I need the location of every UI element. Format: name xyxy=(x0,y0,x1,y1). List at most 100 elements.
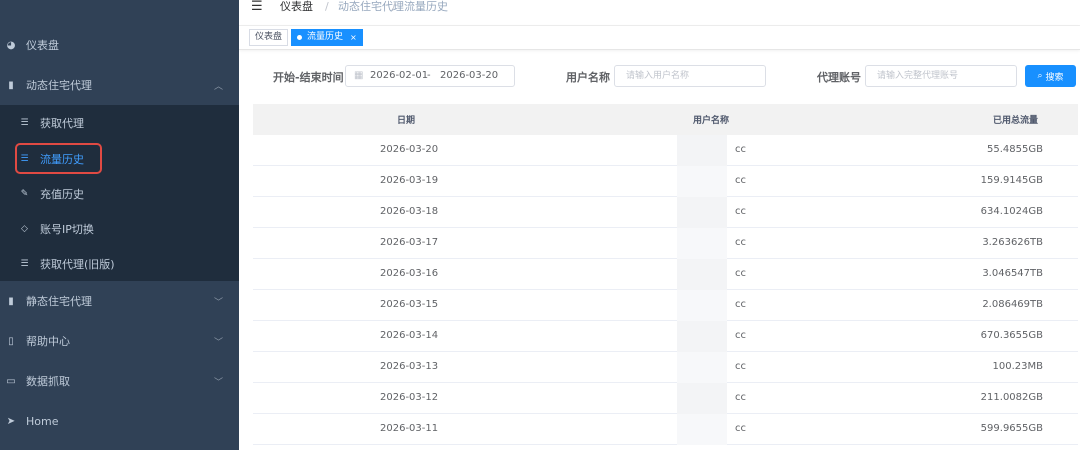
edit-icon: ✎ xyxy=(20,188,29,199)
redacted-username-block xyxy=(677,414,727,445)
date-range-label: 开始-结束时间 xyxy=(273,71,344,84)
bar-chart-icon: ▮ xyxy=(8,79,14,91)
redacted-username-block xyxy=(677,352,727,383)
monitor-icon: ▭ xyxy=(6,375,16,387)
tag-traffic-history[interactable]: 流量历史 × xyxy=(291,29,363,46)
breadcrumb-separator: / xyxy=(392,0,396,13)
chevron-down-icon: ﹀ xyxy=(214,377,224,388)
sidebar-item-static-residential[interactable]: ▮ 静态住宅代理 ﹀ xyxy=(0,281,239,321)
cell-total-traffic: 670.3655GB xyxy=(980,330,1043,341)
dashboard-icon: ◕ xyxy=(6,39,16,51)
cell-total-traffic: 211.0082GB xyxy=(980,392,1043,403)
table-row: 2026-03-13 cc 100.23MB xyxy=(253,352,1078,383)
highlight-annotation xyxy=(15,143,102,174)
sidebar-item-label: 数据抓取 xyxy=(26,375,70,388)
close-icon[interactable]: × xyxy=(350,30,357,45)
redacted-username-block xyxy=(677,259,727,290)
cell-total-traffic: 3.263626TB xyxy=(982,237,1043,248)
tag-dashboard[interactable]: 仪表盘 xyxy=(249,29,289,46)
cell-total-traffic: 55.4855GB xyxy=(987,144,1043,155)
sidebar-item-data-scraping[interactable]: ▭ 数据抓取 ﹀ xyxy=(0,361,239,401)
send-icon: ➤ xyxy=(6,415,16,427)
table-row: 2026-03-16 cc 3.046547TB xyxy=(253,259,1078,290)
date-range-picker[interactable]: ▦ 2026-02-01 - 2026-03-20 xyxy=(345,65,515,87)
cell-username: cc xyxy=(735,144,746,155)
date-end[interactable]: 2026-03-20 xyxy=(440,70,498,81)
sidebar-item-dynamic-residential[interactable]: ▮ 动态住宅代理 ︿ xyxy=(0,65,239,105)
username-input-wrapper xyxy=(614,65,766,87)
cell-date: 2026-03-12 xyxy=(380,392,439,403)
redacted-username-block xyxy=(677,197,727,228)
cell-date: 2026-03-18 xyxy=(380,206,439,217)
proxy-account-label: 代理账号 xyxy=(817,71,861,84)
table-row: 2026-03-11 cc 599.9655GB xyxy=(253,414,1078,445)
sidebar-item-get-proxy-legacy[interactable]: ☰ 获取代理(旧版) xyxy=(0,246,239,281)
redacted-username-block xyxy=(677,228,727,259)
column-header-total-traffic: 已用总流量 xyxy=(993,116,1039,126)
chevron-down-icon: ﹀ xyxy=(214,297,224,308)
column-header-username: 用户名称 xyxy=(693,116,730,126)
sidebar-item-recharge-history[interactable]: ✎ 充值历史 xyxy=(0,176,239,211)
cell-date: 2026-03-15 xyxy=(380,299,439,310)
sidebar-item-label: 仪表盘 xyxy=(26,39,59,52)
proxy-account-input[interactable] xyxy=(866,66,1016,86)
cell-date: 2026-03-20 xyxy=(380,144,439,155)
table-row: 2026-03-20 cc 55.4855GB xyxy=(253,135,1078,166)
sidebar-item-label: 账号IP切换 xyxy=(40,222,94,236)
sidebar-item-home[interactable]: ➤ Home xyxy=(0,401,239,441)
sidebar-item-help-center[interactable]: ▯ 帮助中心 ﹀ xyxy=(0,321,239,361)
tag-label: 流量历史 xyxy=(307,32,344,42)
cell-username: cc xyxy=(735,206,746,217)
book-icon: ▯ xyxy=(8,335,14,347)
date-start[interactable]: 2026-02-01 xyxy=(370,70,428,81)
cell-total-traffic: 3.046547TB xyxy=(982,268,1043,279)
cell-date: 2026-03-14 xyxy=(380,330,439,341)
cell-username: cc xyxy=(735,268,746,279)
search-button[interactable]: ⌕ 搜索 xyxy=(1025,65,1076,87)
redacted-username-block xyxy=(677,321,727,352)
cell-username: cc xyxy=(735,423,746,434)
bar-chart-icon: ▮ xyxy=(8,295,14,307)
username-input[interactable] xyxy=(615,66,765,86)
cell-username: cc xyxy=(735,361,746,372)
cell-total-traffic: 100.23MB xyxy=(992,361,1043,372)
tags-view: 仪表盘 流量历史 × xyxy=(239,26,1080,50)
cell-total-traffic: 634.1024GB xyxy=(980,206,1043,217)
sidebar-item-label: 获取代理(旧版) xyxy=(40,257,115,271)
cell-date: 2026-03-16 xyxy=(380,268,439,279)
chevron-up-icon: ︿ xyxy=(214,81,224,92)
table-row: 2026-03-19 cc 159.9145GB xyxy=(253,166,1078,197)
sidebar-item-label: 帮助中心 xyxy=(26,335,70,348)
sidebar-item-account-ip-switch[interactable]: ◇ 账号IP切换 xyxy=(0,211,239,246)
sidebar-item-label: 动态住宅代理 xyxy=(26,79,92,92)
sidebar-item-dashboard[interactable]: ◕ 仪表盘 xyxy=(0,25,239,65)
table-row: 2026-03-15 cc 2.086469TB xyxy=(253,290,1078,321)
cell-date: 2026-03-19 xyxy=(380,175,439,186)
sidebar-item-label: Home xyxy=(26,414,59,428)
list-icon: ☰ xyxy=(20,117,29,128)
list-icon: ☰ xyxy=(20,258,29,269)
sidebar-item-label: 静态住宅代理 xyxy=(26,295,92,308)
breadcrumb-separator: / xyxy=(325,0,329,13)
cell-total-traffic: 2.086469TB xyxy=(982,299,1043,310)
table-row: 2026-03-14 cc 670.3655GB xyxy=(253,321,1078,352)
cell-username: cc xyxy=(735,330,746,341)
sidebar-item-label: 充值历史 xyxy=(40,187,84,201)
cell-username: cc xyxy=(735,392,746,403)
table-row: 2026-03-18 cc 634.1024GB xyxy=(253,197,1078,228)
sidebar-item-get-proxy[interactable]: ☰ 获取代理 xyxy=(0,105,239,140)
breadcrumb-current: 流量历史 xyxy=(404,0,448,13)
sidebar-item-label: 获取代理 xyxy=(40,116,84,130)
search-button-label: 搜索 xyxy=(1045,72,1064,83)
breadcrumb-dashboard[interactable]: 仪表盘 xyxy=(280,0,313,14)
redacted-username-block xyxy=(677,166,727,197)
calendar-icon: ▦ xyxy=(354,70,364,81)
hamburger-icon[interactable]: ☰ xyxy=(251,0,263,13)
username-label: 用户名称 xyxy=(566,71,610,84)
cell-date: 2026-03-17 xyxy=(380,237,439,248)
table-row: 2026-03-17 cc 3.263626TB xyxy=(253,228,1078,259)
cell-username: cc xyxy=(735,237,746,248)
shield-icon: ◇ xyxy=(21,223,28,234)
table-header: 日期 用户名称 已用总流量 xyxy=(253,104,1078,135)
submenu-dynamic-residential: ☰ 获取代理 ☰ 流量历史 ✎ 充值历史 ◇ 账号IP切换 ☰ 获取代理(旧版) xyxy=(0,105,239,281)
